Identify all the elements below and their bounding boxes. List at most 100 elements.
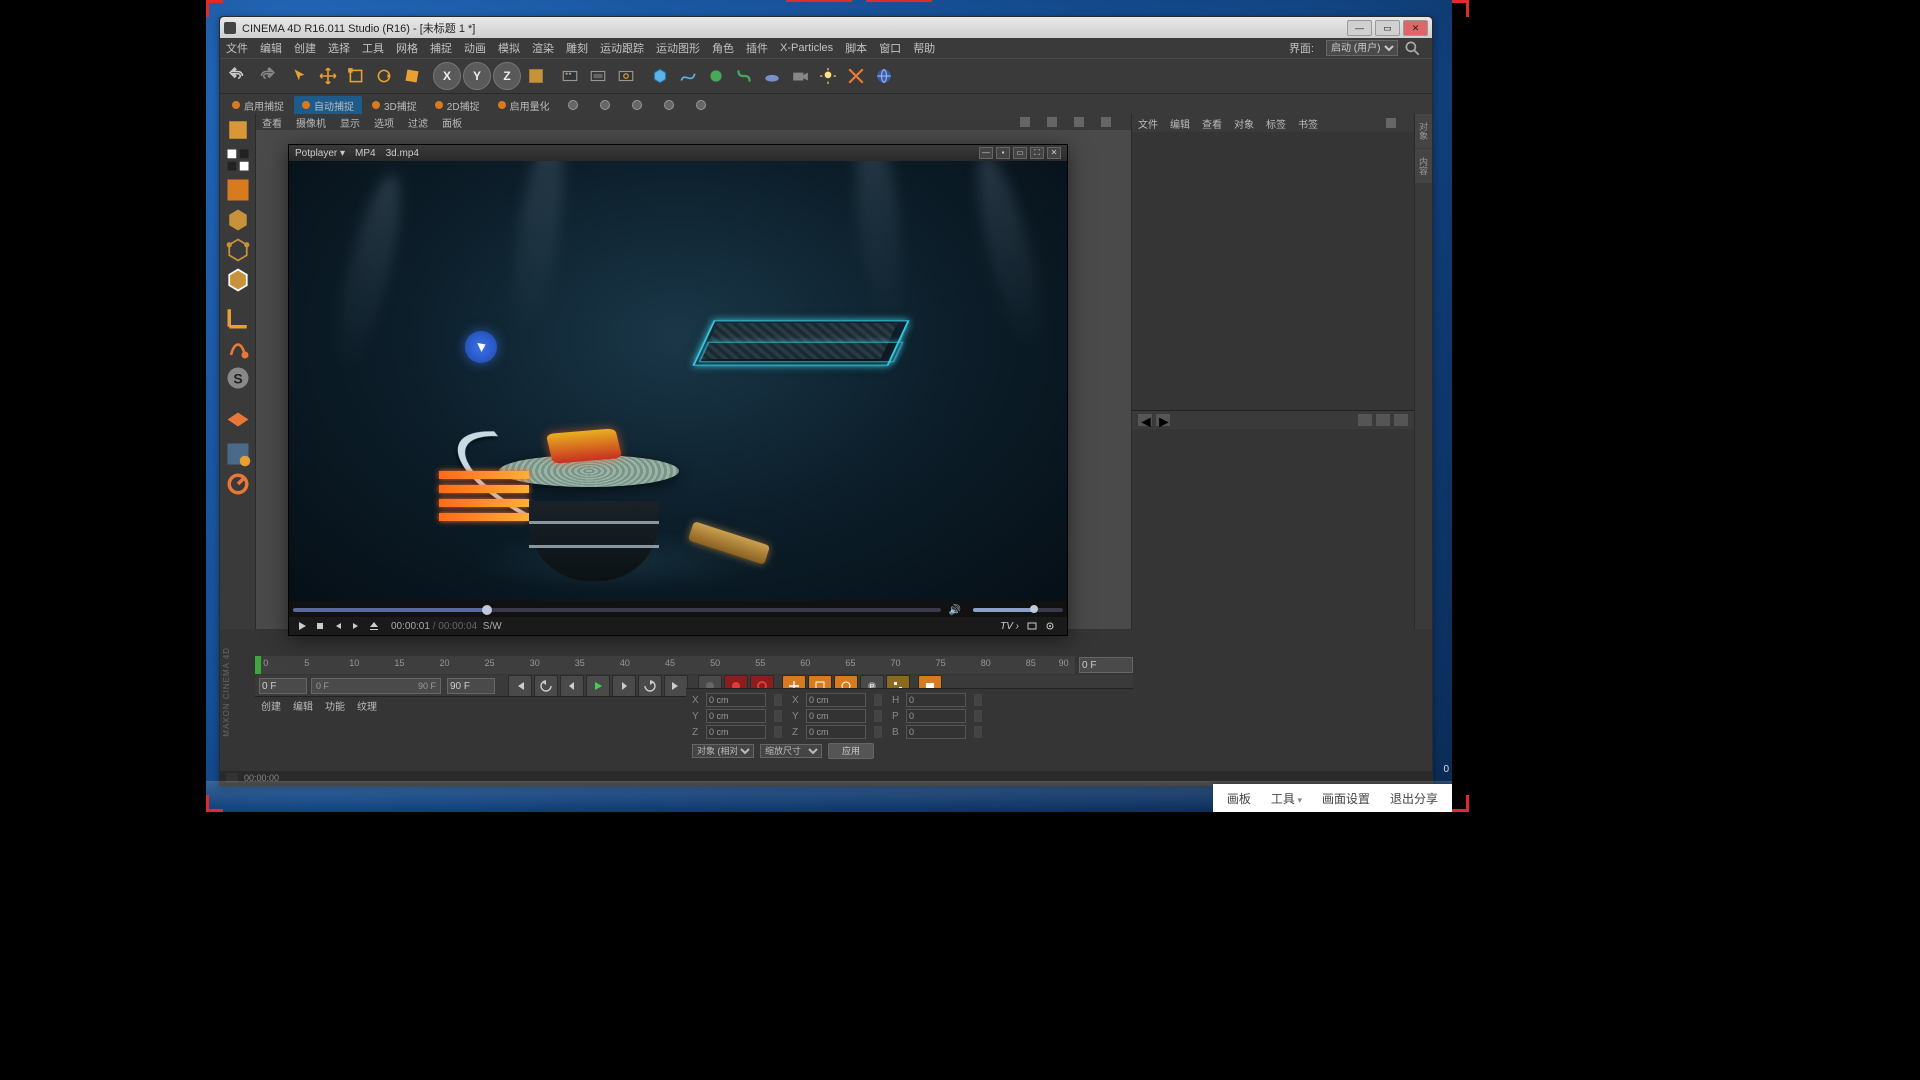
menu-snap[interactable]: 捕捉 [430, 40, 452, 56]
menu-help[interactable]: 帮助 [913, 40, 935, 56]
timeline-ruler[interactable]: 0 5 10 15 20 25 30 35 40 45 50 55 60 65 … [255, 655, 1133, 675]
title-bar[interactable]: CINEMA 4D R16.011 Studio (R16) - [未标题 1 … [220, 17, 1432, 38]
search-icon[interactable] [1399, 35, 1425, 61]
model-mode[interactable] [224, 146, 252, 174]
menu-animate[interactable]: 动画 [464, 40, 486, 56]
pos-y[interactable] [706, 709, 766, 723]
render-settings[interactable] [613, 63, 639, 89]
render-view[interactable] [557, 63, 583, 89]
seek-knob[interactable] [482, 605, 492, 615]
pot-minimize[interactable]: — [979, 147, 993, 159]
size-y[interactable] [806, 709, 866, 723]
lastused-tool[interactable] [399, 63, 425, 89]
snap-toggle[interactable]: S [224, 364, 252, 392]
vp-options[interactable]: 选项 [374, 115, 394, 130]
menu-window[interactable]: 窗口 [879, 40, 901, 56]
pot-eject[interactable] [367, 619, 381, 633]
mat-edit[interactable]: 编辑 [293, 698, 313, 713]
attr-menu-icon[interactable] [1394, 414, 1408, 426]
pos-z[interactable] [706, 725, 766, 739]
menu-character[interactable]: 角色 [712, 40, 734, 56]
snap-extra-5[interactable] [688, 98, 718, 112]
snap-enable[interactable]: 启用捕捉 [224, 96, 292, 115]
share-board[interactable]: 画板 [1217, 790, 1261, 807]
vp-nav-icon[interactable] [1047, 117, 1057, 127]
pot-settings-icon[interactable] [1043, 619, 1057, 633]
redo-button[interactable] [253, 63, 279, 89]
coord-system[interactable] [523, 63, 549, 89]
rot-p[interactable] [906, 709, 966, 723]
coord-mode[interactable]: 对象 (相对) [692, 744, 754, 758]
menu-sculpt[interactable]: 雕刻 [566, 40, 588, 56]
vtab-1[interactable]: 对象 [1415, 114, 1432, 148]
pot-compact[interactable]: ▪ [996, 147, 1010, 159]
minimize-button[interactable]: — [1347, 20, 1372, 36]
om-object[interactable]: 对象 [1234, 116, 1254, 131]
axis-mode[interactable] [224, 304, 252, 332]
vp-filter[interactable]: 过滤 [408, 115, 428, 130]
pot-next[interactable] [349, 619, 363, 633]
potplayer-window[interactable]: Potplayer ▾ MP4 3d.mp4 — ▪ ▭ ⛶ ✕ [288, 144, 1068, 636]
select-tool[interactable] [287, 63, 313, 89]
prev-frame[interactable] [560, 675, 584, 697]
size-x[interactable] [806, 693, 866, 707]
snap-auto[interactable]: 自动捕捉 [294, 96, 362, 115]
menu-file[interactable]: 文件 [226, 40, 248, 56]
volume-knob[interactable] [1030, 605, 1038, 613]
pot-stop[interactable] [313, 619, 327, 633]
vtab-2[interactable]: 内容 [1415, 149, 1432, 183]
snap-extra-2[interactable] [592, 98, 622, 112]
end-frame[interactable] [447, 678, 495, 694]
pot-capture-icon[interactable] [1025, 619, 1039, 633]
xpresso-tool[interactable] [843, 63, 869, 89]
point-mode[interactable] [224, 236, 252, 264]
current-frame-field[interactable] [1079, 657, 1133, 673]
video-area[interactable] [289, 161, 1067, 601]
close-button[interactable]: ✕ [1403, 20, 1428, 36]
potplayer-appname[interactable]: Potplayer ▾ [295, 148, 345, 159]
tweak-mode[interactable] [224, 334, 252, 362]
share-settings[interactable]: 画面设置 [1312, 790, 1380, 807]
menu-mesh[interactable]: 网格 [396, 40, 418, 56]
seek-bar[interactable] [293, 608, 941, 612]
mat-func[interactable]: 功能 [325, 698, 345, 713]
axis-x-toggle[interactable]: X [433, 62, 461, 90]
viewport-lock[interactable] [224, 470, 252, 498]
snap-extra-3[interactable] [624, 98, 654, 112]
menu-script[interactable]: 脚本 [845, 40, 867, 56]
snap-extra-4[interactable] [656, 98, 686, 112]
viewport-solo[interactable] [224, 440, 252, 468]
prev-key[interactable] [534, 675, 558, 697]
snap-extra-1[interactable] [560, 98, 590, 112]
attr-back[interactable]: ◄ [1138, 414, 1152, 426]
scale-tool[interactable] [343, 63, 369, 89]
menu-mograph[interactable]: 运动图形 [656, 40, 700, 56]
next-frame[interactable] [612, 675, 636, 697]
snap-3d[interactable]: 3D捕捉 [364, 96, 425, 115]
deformer[interactable] [731, 63, 757, 89]
attr-lock-icon[interactable] [1376, 414, 1390, 426]
menu-motiontrack[interactable]: 运动跟踪 [600, 40, 644, 56]
vp-display[interactable]: 显示 [340, 115, 360, 130]
om-edit[interactable]: 编辑 [1170, 116, 1190, 131]
content-browser[interactable] [871, 63, 897, 89]
menu-tools[interactable]: 工具 [362, 40, 384, 56]
next-key[interactable] [638, 675, 662, 697]
workplane[interactable] [224, 402, 252, 430]
menu-simulate[interactable]: 模拟 [498, 40, 520, 56]
om-view[interactable]: 查看 [1202, 116, 1222, 131]
vp-nav-icon[interactable] [1020, 117, 1030, 127]
generator[interactable] [703, 63, 729, 89]
share-exit[interactable]: 退出分享 [1380, 790, 1448, 807]
snap-2d[interactable]: 2D捕捉 [427, 96, 488, 115]
pos-x[interactable] [706, 693, 766, 707]
environment[interactable] [759, 63, 785, 89]
menu-select[interactable]: 选择 [328, 40, 350, 56]
pot-play[interactable] [295, 619, 309, 633]
axis-y-toggle[interactable]: Y [463, 62, 491, 90]
coord-scale[interactable]: 缩放尺寸 [760, 744, 822, 758]
attribute-body[interactable] [1132, 429, 1414, 629]
rot-h[interactable] [906, 693, 966, 707]
move-tool[interactable] [315, 63, 341, 89]
pot-close[interactable]: ✕ [1047, 147, 1061, 159]
